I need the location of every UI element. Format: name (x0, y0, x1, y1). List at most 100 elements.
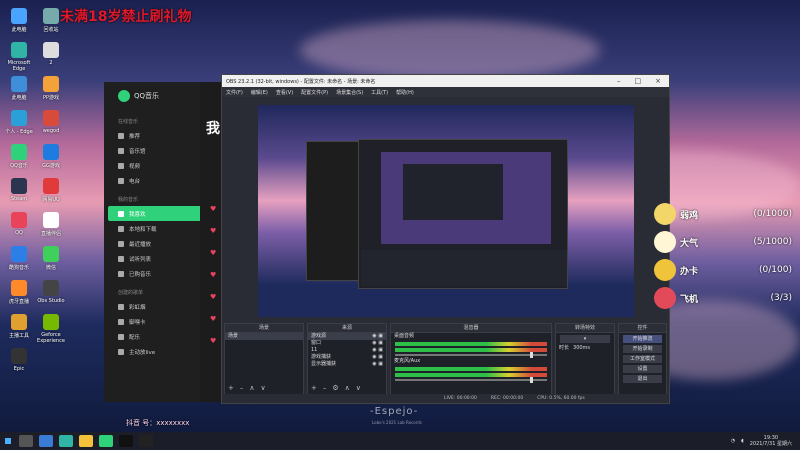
transitions-dock[interactable]: 转场特效 ▾ 时长 300ms (555, 323, 615, 395)
up-icon[interactable]: ∧ (249, 384, 254, 392)
desktop-icon[interactable]: 直播伴侣 (36, 212, 66, 237)
gift-name: 办卡 (680, 266, 699, 277)
gift-count: (0/100) (759, 265, 792, 275)
scenes-dock[interactable]: 场景 场景 + – ∧ ∨ (224, 323, 304, 395)
source-item[interactable]: 游戏捕获 ◉ ▣ (308, 354, 386, 361)
sources-dock[interactable]: 来源 游戏源 ◉ ▣ 窗口 ◉ ▣ 11 ◉ ▣ 游戏捕获 ◉ ▣ 显示器捕获 ◉ ▣ + – ⚙… (307, 323, 387, 395)
heart-icon[interactable]: ♥ (210, 294, 217, 301)
down-icon[interactable]: ∨ (356, 384, 361, 392)
controls-dock[interactable]: 控件 开始推流开始录制工作室模式设置退出 (618, 323, 667, 395)
espejo-title: -Espejo- (370, 406, 419, 417)
obs-window[interactable]: OBS 23.2.1 (32-bit, windows) - 配置文件: 未命名… (221, 74, 670, 404)
desktop-icon[interactable]: 个人 - Edge (4, 110, 34, 135)
lock-icon[interactable]: ▣ (377, 333, 383, 339)
lock-icon[interactable]: ▣ (377, 340, 383, 346)
volume-icon[interactable]: ◖ (741, 438, 744, 444)
menu-item[interactable]: 帮助(H) (396, 89, 414, 96)
desktop-icon[interactable]: 此电脑 (4, 8, 34, 33)
menu-item[interactable]: 文件(F) (226, 89, 243, 96)
transition-select[interactable]: ▾ (560, 335, 610, 343)
down-icon[interactable]: ∨ (261, 384, 266, 392)
add-icon[interactable]: + (311, 384, 317, 392)
menu-item[interactable]: 工具(T) (371, 89, 388, 96)
file-explorer-icon[interactable] (79, 435, 93, 447)
desktop-icon[interactable]: QQ (4, 212, 34, 236)
desktop-icon[interactable]: 此电脑 (4, 76, 34, 101)
desktop-icon[interactable]: Steam (4, 178, 34, 202)
menu-item[interactable]: 配置文件(P) (301, 89, 328, 96)
close-icon[interactable]: × (655, 77, 661, 85)
sidebar-item-label: 本地和下载 (129, 226, 157, 233)
remove-icon[interactable]: – (240, 384, 244, 392)
desktop-icon[interactable]: 微信 (36, 246, 66, 271)
preview-obs (358, 139, 568, 289)
control-button[interactable]: 设置 (623, 365, 662, 373)
clock[interactable]: 19:30 2021/7/31 星期六 (750, 435, 792, 447)
minimize-icon[interactable]: – (617, 77, 621, 85)
source-item[interactable]: 游戏源 ◉ ▣ (308, 333, 386, 340)
menu-item[interactable]: 编辑(E) (251, 89, 268, 96)
control-button[interactable]: 退出 (623, 375, 662, 383)
network-icon[interactable]: ◔ (731, 438, 735, 444)
desktop-icon[interactable]: 网易UU (36, 178, 66, 203)
edge-icon[interactable] (59, 435, 73, 447)
desktop-icon[interactable]: 虎牙直播 (4, 280, 34, 305)
mixer-dock[interactable]: 混音器 桌面音频 麦克风/Aux (390, 323, 552, 395)
douyin-taskbar-icon[interactable] (119, 435, 133, 447)
heart-icon[interactable]: ♥ (210, 316, 217, 323)
duration-input[interactable]: 300ms (573, 345, 590, 352)
lock-icon[interactable]: ▣ (377, 354, 383, 360)
sidebar-item-label: 音乐馆 (129, 148, 146, 155)
control-button[interactable]: 开始推流 (623, 335, 662, 343)
obs-preview[interactable] (258, 105, 634, 317)
volume-slider[interactable] (395, 352, 547, 358)
heart-icon[interactable]: ♥ (210, 250, 217, 257)
qqmusic-taskbar-icon[interactable] (99, 435, 113, 447)
volume-slider[interactable] (395, 377, 547, 383)
obs-taskbar-icon[interactable] (139, 435, 153, 447)
lock-icon[interactable]: ▣ (377, 361, 383, 367)
lock-icon[interactable]: ▣ (377, 347, 383, 353)
add-icon[interactable]: + (228, 384, 234, 392)
menu-item[interactable]: 场景集合(S) (336, 89, 363, 96)
desktop-icon[interactable]: Geforce Experience (36, 314, 66, 344)
control-button[interactable]: 工作室模式 (623, 355, 662, 363)
heart-icon[interactable]: ♥ (210, 206, 217, 213)
desktop-icon[interactable]: Obs Studio (36, 280, 66, 304)
scene-item[interactable]: 场景 (225, 333, 303, 340)
desktop-icon[interactable]: QQ音乐 (4, 144, 34, 169)
desktop-icon[interactable]: GG游戏 (36, 144, 66, 169)
app-icon (43, 144, 59, 160)
desktop-icon[interactable]: 酷狗音乐 (4, 246, 34, 271)
control-button[interactable]: 开始录制 (623, 345, 662, 353)
source-item[interactable]: 窗口 ◉ ▣ (308, 340, 386, 347)
controls-header: 控件 (619, 324, 666, 333)
desktop-icon[interactable]: Microsoft Edge (4, 42, 34, 72)
source-item[interactable]: 11 ◉ ▣ (308, 347, 386, 354)
maximize-icon[interactable]: □ (635, 77, 642, 85)
gift-goal-row: 办卡 (0/100) (654, 256, 800, 284)
desktop-icon[interactable]: 主播工具 (4, 314, 34, 339)
desktop-icon[interactable]: 回收站 (36, 8, 66, 33)
desktop-icon[interactable]: Epic (4, 348, 34, 372)
status-text: REC: 00:00:00 (490, 396, 524, 401)
source-item[interactable]: 显示器捕获 ◉ ▣ (308, 361, 386, 368)
settings-icon[interactable]: ⚙ (332, 384, 338, 392)
source-item-label: 11 (311, 347, 318, 353)
sidebar-bullet-icon (118, 162, 124, 169)
up-icon[interactable]: ∧ (345, 384, 350, 392)
desktop-icon[interactable]: PP游戏 (36, 76, 66, 101)
gift-goal-row: 弱鸡 (0/1000) (654, 200, 800, 228)
desktop-icon[interactable]: 2 (36, 42, 66, 66)
search-icon[interactable] (19, 435, 33, 447)
remove-icon[interactable]: – (323, 384, 327, 392)
menu-item[interactable]: 查看(V) (276, 89, 293, 96)
gift-icon (654, 231, 676, 253)
start-button[interactable] (0, 432, 16, 450)
sidebar-bullet-icon (118, 240, 124, 247)
heart-icon[interactable]: ♥ (210, 338, 217, 345)
task-view-icon[interactable] (39, 435, 53, 447)
heart-icon[interactable]: ♥ (210, 272, 217, 279)
desktop-icon[interactable]: wegod (36, 110, 66, 134)
heart-icon[interactable]: ♥ (210, 228, 217, 235)
